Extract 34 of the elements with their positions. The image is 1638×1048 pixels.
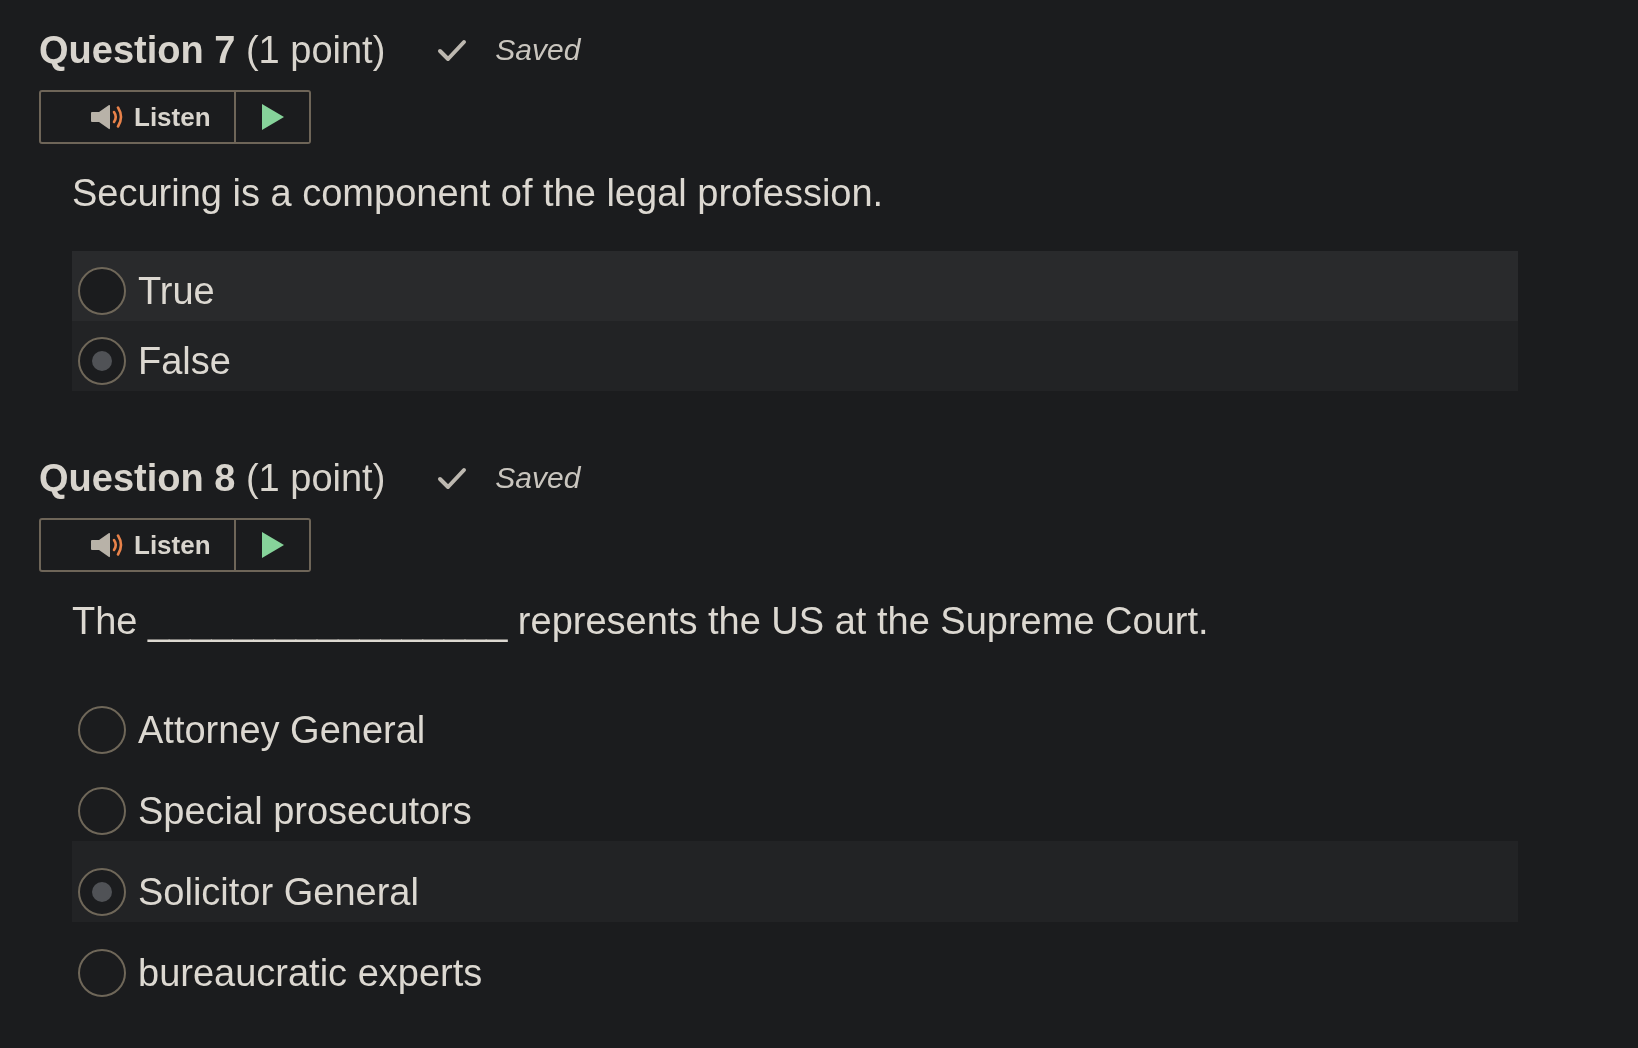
answer-option[interactable]: bureaucratic experts (72, 922, 1518, 1003)
save-status: Saved (495, 460, 581, 496)
option-label: True (138, 269, 215, 314)
answer-option[interactable]: Attorney General (72, 679, 1518, 760)
answer-option[interactable]: Special prosecutors (72, 760, 1518, 841)
radio-button[interactable] (78, 949, 126, 997)
answer-option[interactable]: False (72, 321, 1518, 391)
option-label: Solicitor General (138, 870, 419, 915)
radio-button[interactable] (78, 706, 126, 754)
option-label: bureaucratic experts (138, 951, 483, 996)
radio-button[interactable] (78, 337, 126, 385)
speaker-icon (90, 532, 125, 558)
speaker-icon (90, 104, 125, 130)
question-text: The _________________ represents the US at the Supreme Court. (72, 599, 1210, 644)
save-status: Saved (495, 32, 581, 68)
check-icon (437, 466, 468, 490)
play-button[interactable] (236, 518, 311, 572)
listen-button[interactable]: Listen (39, 518, 236, 572)
question-heading: Question 7 (1 point) (39, 28, 386, 73)
play-icon (261, 104, 284, 130)
question-heading: Question 8 (1 point) (39, 456, 386, 501)
option-label: False (138, 339, 231, 384)
option-label: Special prosecutors (138, 789, 472, 834)
question-text: Securing is a component of the legal profession. (72, 171, 885, 216)
check-icon (437, 38, 468, 62)
answer-option[interactable]: Solicitor General (72, 841, 1518, 922)
radio-button[interactable] (78, 868, 126, 916)
answer-option[interactable]: True (72, 251, 1518, 321)
radio-button[interactable] (78, 787, 126, 835)
play-icon (261, 532, 284, 558)
option-label: Attorney General (138, 708, 426, 753)
listen-button[interactable]: Listen (39, 90, 236, 144)
radio-button[interactable] (78, 267, 126, 315)
play-button[interactable] (236, 90, 311, 144)
